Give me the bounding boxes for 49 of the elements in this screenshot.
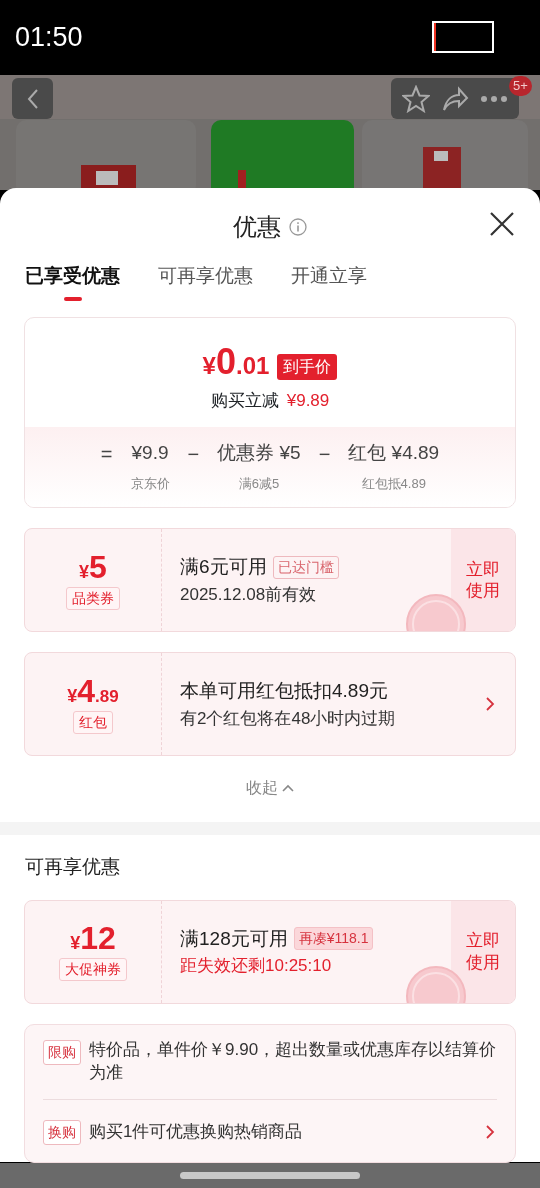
status-time: 01:50 bbox=[15, 21, 83, 55]
operator-sign: = bbox=[100, 442, 113, 467]
saving-label: 购买立减 bbox=[210, 389, 279, 412]
coupon-amount: ¥4.89 bbox=[67, 674, 119, 707]
info-icon[interactable] bbox=[289, 218, 307, 236]
coupon-condition: 满128元可用 bbox=[180, 926, 288, 951]
coupon-type-label: 大促神券 bbox=[59, 958, 127, 981]
price-term: 优惠券 ¥5 bbox=[217, 441, 301, 465]
coupon-validity: 有2个红包将在48小时内过期 bbox=[180, 707, 397, 730]
sheet-title: 优惠 bbox=[233, 212, 281, 242]
tab[interactable]: 可再享优惠 bbox=[158, 262, 253, 303]
operator-sign: − bbox=[318, 442, 331, 467]
threshold-tag: 再凑¥118.1 bbox=[293, 927, 374, 951]
info-tag: 换购 bbox=[43, 1120, 81, 1146]
chevron-right-icon[interactable] bbox=[485, 696, 495, 712]
coupon-validity: 距失效还剩10:25:10 bbox=[180, 955, 333, 977]
coupon-condition: 满6元可用 bbox=[180, 555, 267, 579]
coupon-type-label: 品类券 bbox=[66, 586, 120, 610]
close-icon[interactable] bbox=[490, 212, 514, 236]
info-text: 购买1件可优惠换购热销商品 bbox=[89, 1120, 304, 1143]
operator-sign: − bbox=[187, 442, 200, 467]
chevron-left-icon bbox=[25, 87, 40, 110]
tab[interactable]: 开通立享 bbox=[291, 262, 367, 303]
collapse-button[interactable]: 收起 bbox=[246, 776, 294, 800]
tab[interactable]: 已享受优惠 bbox=[25, 262, 120, 303]
section-title: 可再享优惠 bbox=[24, 855, 121, 879]
share-icon[interactable] bbox=[441, 85, 469, 112]
info-text: 特价品，单件价￥9.90，超出数量或优惠库存以结算价为准 bbox=[89, 1038, 497, 1085]
chevron-right-icon[interactable] bbox=[485, 1123, 495, 1140]
threshold-tag: 已达门槛 bbox=[272, 555, 339, 579]
star-icon[interactable] bbox=[402, 84, 431, 113]
term-note: 红包抵4.89 bbox=[361, 474, 426, 493]
price-term: 红包 ¥4.89 bbox=[348, 441, 440, 465]
coupon-validity: 2025.12.08前有效 bbox=[180, 583, 318, 606]
chevron-up-icon bbox=[282, 784, 294, 792]
battery-icon bbox=[432, 20, 496, 55]
coupon-condition: 本单可用红包抵扣4.89元 bbox=[180, 679, 388, 703]
price-term: ¥9.9 bbox=[131, 441, 169, 465]
saving-value: ¥9.89 bbox=[286, 389, 330, 412]
term-note: 满6减5 bbox=[238, 474, 280, 493]
coupon-amount: ¥12 bbox=[70, 922, 116, 954]
coupon-amount: ¥5 bbox=[79, 550, 107, 583]
back-button[interactable] bbox=[12, 78, 53, 119]
info-tag: 限购 bbox=[43, 1039, 81, 1065]
final-price: ¥0.01 bbox=[202, 343, 270, 384]
coupon-type-label: 红包 bbox=[73, 710, 113, 734]
price-tag: 到手价 bbox=[277, 353, 338, 380]
term-note: 京东价 bbox=[130, 474, 170, 493]
more-icon[interactable] bbox=[479, 94, 508, 103]
